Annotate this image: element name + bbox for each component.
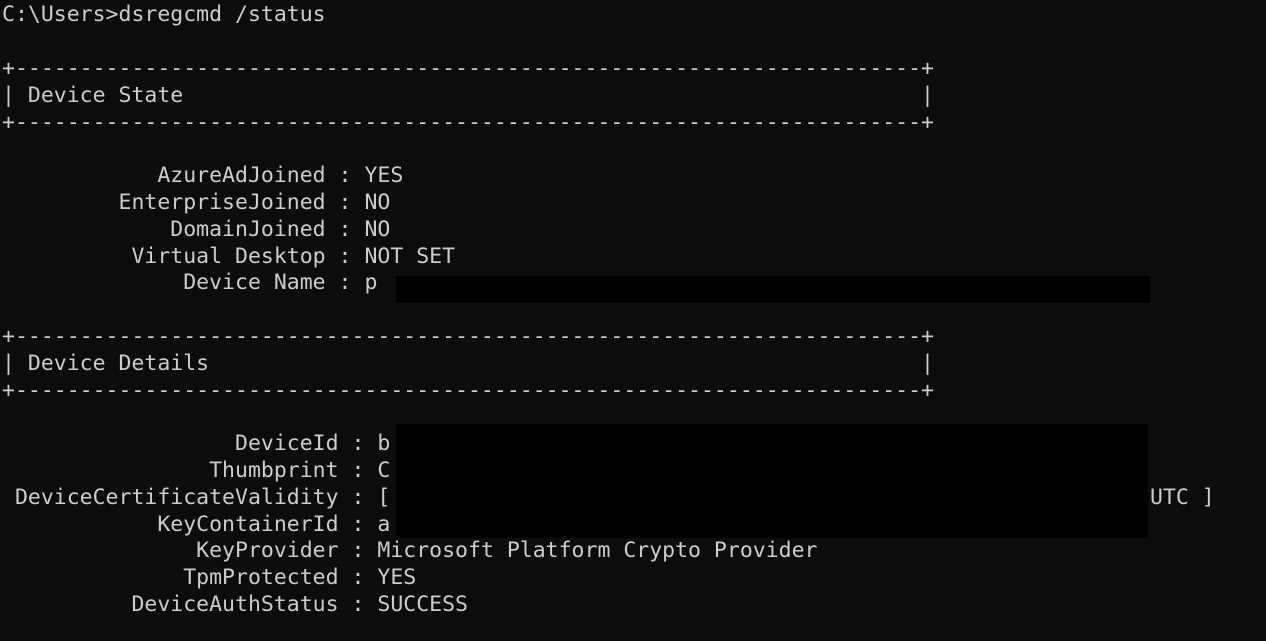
row-label: Thumbprint : <box>2 458 378 483</box>
table-row: KeyContainerId : a <box>2 512 390 539</box>
row-label: DeviceId : <box>2 431 378 457</box>
device-state-box-title: | Device State | <box>2 82 934 108</box>
table-row: DomainJoined : NO <box>2 217 390 244</box>
device-state-box-bottom-border: +---------------------------------------… <box>2 109 934 135</box>
table-row: Thumbprint : C <box>2 458 390 485</box>
row-label: Device Name : <box>2 270 365 296</box>
certificate-validity-suffix: UTC ] <box>1150 484 1215 510</box>
row-value: NO <box>364 190 391 215</box>
table-row: Virtual Desktop : NOT SET <box>2 244 455 271</box>
row-value: b <box>377 431 391 457</box>
device-details-box-top-border: +---------------------------------------… <box>2 324 934 349</box>
table-row: EnterpriseJoined : NO <box>2 190 390 217</box>
row-value: C <box>377 458 391 483</box>
command-prompt-line: C:\Users>dsregcmd /status <box>2 2 326 27</box>
row-label: DeviceAuthStatus : <box>2 592 378 617</box>
row-value: a <box>377 511 391 537</box>
row-value: SUCCESS <box>377 592 468 617</box>
table-row: DeviceCertificateValidity : [ <box>2 485 390 512</box>
table-row: Device Name : p <box>2 270 377 297</box>
row-value: NOT SET <box>364 243 456 269</box>
table-row: AzureAdJoined : YES <box>2 163 403 190</box>
device-state-box-top-border: +---------------------------------------… <box>2 56 934 81</box>
row-label: AzureAdJoined : <box>2 163 365 189</box>
terminal-window[interactable]: C:\Users>dsregcmd /status +-------------… <box>0 0 1266 641</box>
row-value: YES <box>377 565 417 591</box>
row-label: TpmProtected : <box>2 565 378 591</box>
device-details-box-bottom-border: +---------------------------------------… <box>2 377 934 403</box>
table-row: DeviceAuthStatus : SUCCESS <box>2 592 468 619</box>
row-value: YES <box>364 163 404 189</box>
row-label: DomainJoined : <box>2 216 365 242</box>
row-label: Virtual Desktop : <box>2 243 365 269</box>
device-name-redaction <box>396 276 1150 303</box>
table-row: TpmProtected : YES <box>2 565 416 592</box>
row-label: EnterpriseJoined : <box>2 190 365 215</box>
row-label: KeyProvider : <box>2 538 378 564</box>
row-value: Microsoft Platform Crypto Provider <box>377 538 818 564</box>
row-label: KeyContainerId : <box>2 511 378 537</box>
row-label: DeviceCertificateValidity : <box>2 484 378 510</box>
table-row: DeviceId : b <box>2 431 390 458</box>
device-details-box-title: | Device Details | <box>2 350 934 376</box>
table-row: KeyProvider : Microsoft Platform Crypto … <box>2 538 818 565</box>
row-value: NO <box>364 216 391 242</box>
device-identifiers-redaction <box>396 424 1148 538</box>
row-value: [ <box>377 484 391 510</box>
row-value: p <box>364 270 378 296</box>
